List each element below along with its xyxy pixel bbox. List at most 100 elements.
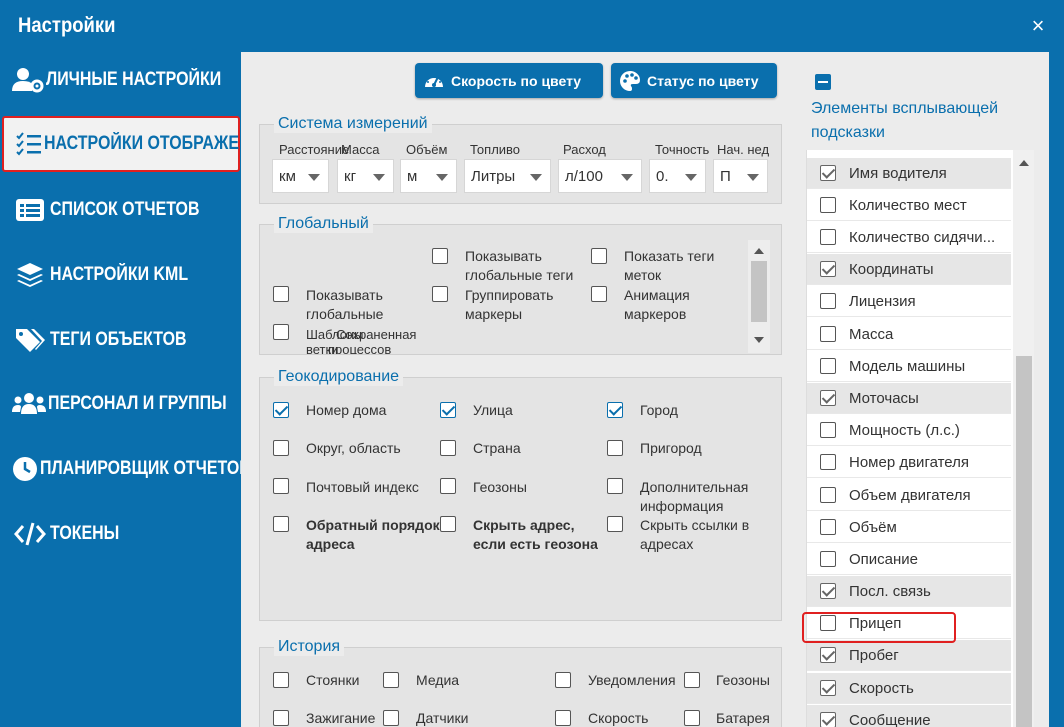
show-global-checkbox[interactable] [273, 286, 289, 302]
house-number-checkbox[interactable] [273, 402, 289, 418]
volume-checkbox[interactable] [820, 519, 836, 535]
scroll-up-icon[interactable] [1019, 160, 1029, 166]
tooltip-elements-title: Элементы всплывающей подсказки [811, 100, 999, 141]
hide-address-checkbox[interactable] [440, 516, 456, 532]
history-speed-checkbox[interactable] [555, 710, 571, 726]
list-item[interactable]: Посл. связь [807, 576, 1011, 607]
sidebar-item-tokens[interactable]: ТОКЕНЫ [0, 506, 241, 562]
consumption-select[interactable]: л/100 [558, 159, 642, 193]
sensors-checkbox[interactable] [383, 710, 399, 726]
show-global-tags-checkbox[interactable] [432, 248, 448, 264]
description-checkbox[interactable] [820, 551, 836, 567]
close-button[interactable]: × [1026, 14, 1050, 38]
license-label: Лицензия [849, 293, 916, 310]
collapse-icon[interactable] [815, 74, 831, 90]
city-checkbox[interactable] [607, 402, 623, 418]
power-checkbox[interactable] [820, 422, 836, 438]
list-item[interactable]: Координаты [807, 254, 1011, 285]
fuel-label: Топливо [470, 142, 521, 157]
list-item[interactable]: Количество сидячи... [807, 222, 1011, 253]
list-item[interactable]: Масса [807, 319, 1011, 350]
last-connection-checkbox[interactable] [820, 583, 836, 599]
scroll-thumb[interactable] [751, 261, 767, 322]
postal-code-checkbox[interactable] [273, 478, 289, 494]
engine-volume-checkbox[interactable] [820, 487, 836, 503]
animate-markers-checkbox[interactable] [591, 286, 607, 302]
driver-name-checkbox[interactable] [820, 165, 836, 181]
sidebar-item-object-tags[interactable]: ТЕГИ ОБЪЕКТОВ [0, 312, 241, 368]
scroll-down-icon[interactable] [754, 337, 764, 343]
precision-select[interactable]: 0. [649, 159, 706, 193]
global-scrollbar[interactable] [748, 240, 770, 353]
sidebar-item-staff-groups[interactable]: ПЕРСОНАЛ И ГРУППЫ [0, 376, 241, 432]
license-checkbox[interactable] [820, 293, 836, 309]
scroll-up-icon[interactable] [754, 248, 764, 254]
list-item[interactable]: Имя водителя [807, 158, 1011, 189]
suburb-label: Пригород [640, 440, 702, 456]
sidebar-item-report-scheduler[interactable]: ПЛАНИРОВЩИК ОТЧЕТОВ [0, 441, 251, 497]
show-label-tags-checkbox[interactable] [591, 248, 607, 264]
week-start-select[interactable]: П [713, 159, 768, 193]
sidebar-item-kml-settings[interactable]: НАСТРОЙКИ KML [0, 247, 241, 303]
palette-icon [619, 70, 641, 92]
list-item[interactable]: Объём [807, 512, 1011, 543]
volume-value: м [407, 167, 418, 185]
list-item[interactable]: Пробег [807, 640, 1011, 671]
country-checkbox[interactable] [440, 440, 456, 456]
fuel-select[interactable]: Литры [464, 159, 551, 193]
list-item[interactable]: Скорость [807, 673, 1011, 704]
district-checkbox[interactable] [273, 440, 289, 456]
list-item[interactable]: Описание [807, 544, 1011, 575]
tags-icon [12, 325, 48, 355]
clock-icon [12, 454, 38, 484]
list-item[interactable]: Модель машины [807, 351, 1011, 382]
speed-color-button[interactable]: Скорость по цвету [415, 63, 603, 98]
scroll-thumb[interactable] [1016, 356, 1032, 727]
speed-checkbox[interactable] [820, 680, 836, 696]
street-checkbox[interactable] [440, 402, 456, 418]
hide-links-checkbox[interactable] [607, 516, 623, 532]
ignition-checkbox[interactable] [273, 710, 289, 726]
media-checkbox[interactable] [383, 672, 399, 688]
layers-icon [12, 260, 48, 290]
sidebar-item-report-list[interactable]: СПИСОК ОТЧЕТОВ [0, 182, 241, 238]
templates-checkbox[interactable] [273, 324, 289, 340]
tooltip-scrollbar[interactable] [1013, 150, 1034, 727]
list-item[interactable]: Мощность (л.с.) [807, 415, 1011, 446]
mass-select[interactable]: кг [337, 159, 394, 193]
notifications-checkbox[interactable] [555, 672, 571, 688]
list-item[interactable]: Объем двигателя [807, 480, 1011, 511]
mileage-checkbox[interactable] [820, 647, 836, 663]
geozones-checkbox[interactable] [440, 478, 456, 494]
list-icon [12, 195, 48, 225]
seated-checkbox[interactable] [820, 229, 836, 245]
seated-label: Количество сидячи... [849, 229, 996, 246]
engine-number-checkbox[interactable] [820, 454, 836, 470]
sidebar-item-display-settings[interactable]: НАСТРОЙКИ ОТОБРАЖЕНИЯ [2, 116, 273, 172]
message-checkbox[interactable] [820, 712, 836, 727]
status-color-button[interactable]: Статус по цвету [611, 63, 777, 98]
additional-info-checkbox[interactable] [607, 478, 623, 494]
status-color-label: Статус по цвету [647, 72, 759, 89]
list-item[interactable]: Моточасы [807, 383, 1011, 414]
list-item[interactable]: Сообщение [807, 705, 1011, 727]
seats-checkbox[interactable] [820, 197, 836, 213]
window-title: Настройки [18, 14, 116, 37]
suburb-checkbox[interactable] [607, 440, 623, 456]
stops-checkbox[interactable] [273, 672, 289, 688]
list-item[interactable]: Номер двигателя [807, 447, 1011, 478]
list-item[interactable]: Количество мест [807, 190, 1011, 221]
distance-select[interactable]: км [272, 159, 329, 193]
weight-checkbox[interactable] [820, 326, 836, 342]
car-model-checkbox[interactable] [820, 358, 836, 374]
sidebar-item-personal-settings[interactable]: ЛИЧНЫЕ НАСТРОЙКИ [0, 52, 241, 108]
engine-hours-checkbox[interactable] [820, 390, 836, 406]
group-markers-checkbox[interactable] [432, 286, 448, 302]
list-item[interactable]: Лицензия [807, 286, 1011, 317]
history-geozones-checkbox[interactable] [684, 672, 700, 688]
mass-label: Масса [341, 142, 380, 157]
battery-checkbox[interactable] [684, 710, 700, 726]
coordinates-checkbox[interactable] [820, 261, 836, 277]
volume-select[interactable]: м [400, 159, 457, 193]
reverse-order-checkbox[interactable] [273, 516, 289, 532]
